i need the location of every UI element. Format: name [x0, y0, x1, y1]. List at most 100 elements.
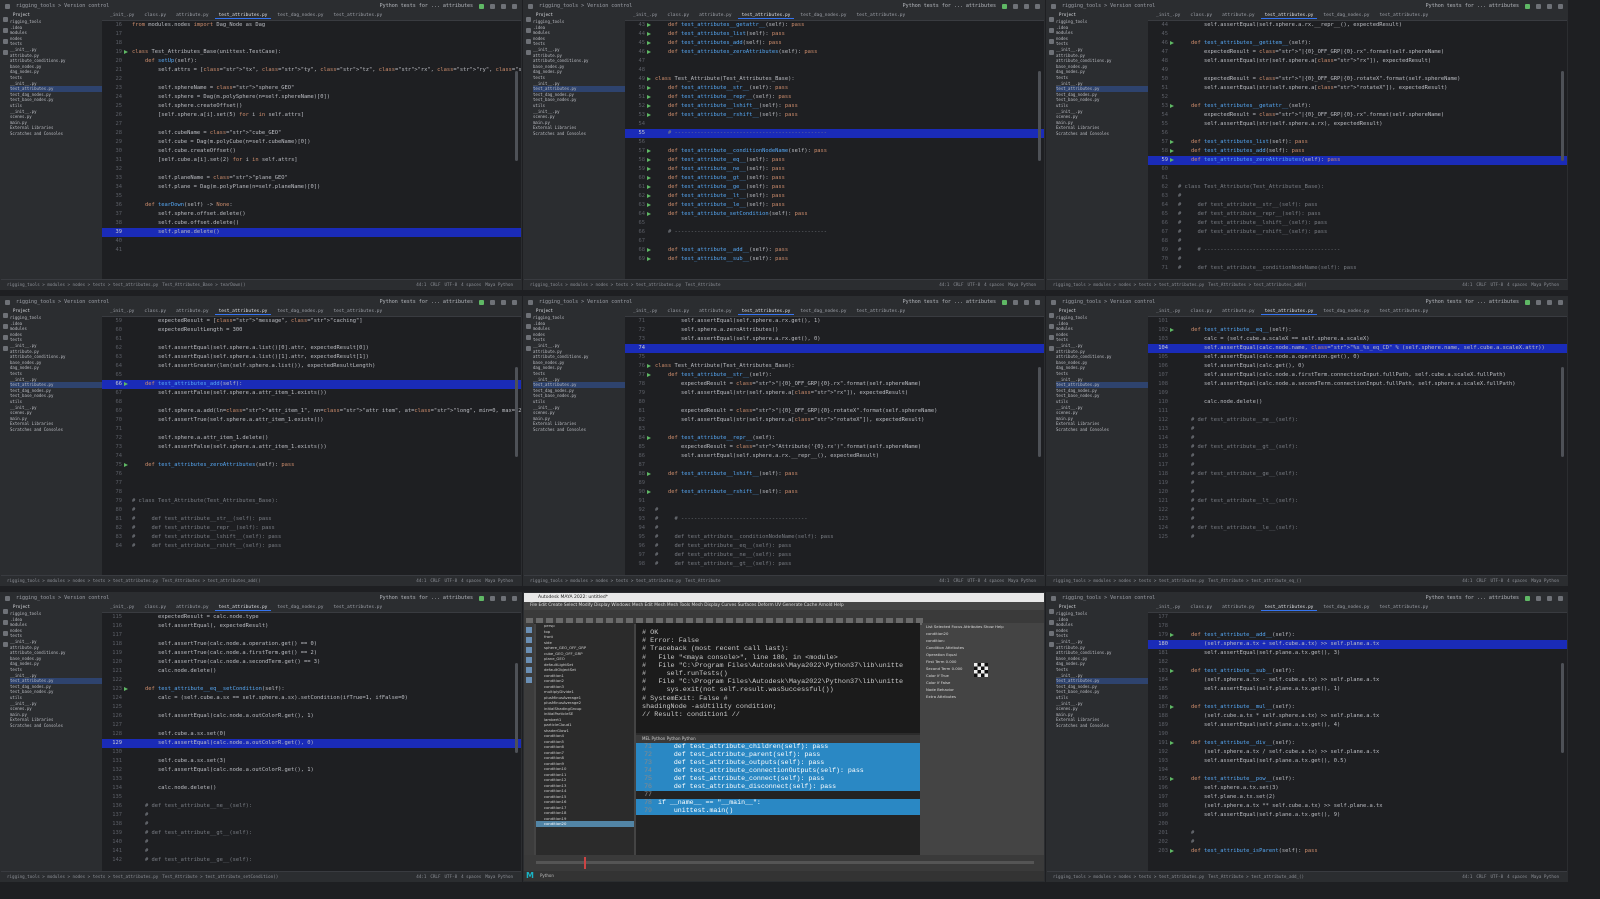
status-item[interactable]: CRLF: [1476, 874, 1486, 879]
vertical-scrollbar[interactable]: [1561, 71, 1564, 161]
editor-tab[interactable]: test_attributes.py: [329, 605, 386, 610]
code-line[interactable]: 92 #: [625, 506, 1044, 515]
close-icon[interactable]: [512, 3, 517, 9]
code-area[interactable]: 101 102 def test_attribute__eq__(self): 10…: [1148, 317, 1567, 575]
run-test-icon[interactable]: [1170, 705, 1174, 709]
code-line[interactable]: 135: [102, 793, 521, 802]
code-line[interactable]: 29 self.cube = Dag(m.polyCube(n=self.cub…: [102, 138, 521, 147]
status-item[interactable]: 44:1: [939, 578, 949, 583]
status-breadcrumb[interactable]: rigging_tools > modules > nodes > tests …: [7, 282, 158, 287]
run-test-icon[interactable]: [647, 472, 651, 476]
commit-icon[interactable]: [3, 28, 8, 33]
status-item[interactable]: 44:1: [416, 282, 426, 287]
code-line[interactable]: 193 self.assertEqual(self.plane.a.tx.get…: [1148, 757, 1567, 766]
code-line[interactable]: 67 # def test_attribute__rshift__(self): …: [1148, 228, 1567, 237]
code-line[interactable]: 111: [1148, 407, 1567, 416]
code-line[interactable]: 35: [102, 192, 521, 201]
run-icon[interactable]: [479, 3, 484, 9]
folder-icon[interactable]: [3, 313, 8, 318]
code-editor[interactable]: _init_.py class.py attribute.py test_attrib…: [1148, 603, 1567, 871]
code-line[interactable]: 182: [1148, 658, 1567, 667]
code-line[interactable]: 106 self.assertEqual(calc.get(), 0): [1148, 362, 1567, 371]
run-config-select[interactable]: Python tests for ... attributes: [903, 3, 996, 9]
code-line[interactable]: 56: [625, 138, 1044, 147]
editor-tab[interactable]: test_attributes.py: [1260, 605, 1318, 611]
code-line[interactable]: 57 def test_attributes_list(self): pass: [1148, 138, 1567, 147]
status-item[interactable]: 44:1: [1462, 874, 1472, 879]
code-line[interactable]: 71 self.assertEqual(self.sphere.a.rx.get…: [625, 317, 1044, 326]
status-item[interactable]: 4 spaces: [1507, 874, 1527, 879]
project-menu[interactable]: rigging_tools > Version control: [16, 299, 109, 305]
run-test-icon[interactable]: [124, 687, 128, 691]
vertical-scrollbar[interactable]: [515, 663, 518, 753]
code-breadcrumb[interactable]: Test_Attribute > test_attribute_eq_(): [1208, 578, 1301, 583]
editor-tab[interactable]: test_dag_nodes.py: [796, 309, 850, 314]
code-area[interactable]: 115 expectedResult = calc.node.type 116 s…: [102, 613, 521, 871]
code-breadcrumb[interactable]: Test_Attributes > test_attributes_add(): [162, 578, 260, 583]
code-line[interactable]: 120 self.assertTrue(calc.node.a.secondTe…: [102, 658, 521, 667]
more-icon[interactable]: [3, 642, 8, 647]
script-line[interactable]: 79 unittest.main(): [636, 807, 920, 815]
code-line[interactable]: 82 self.assertEqual(str(self.sphere.a[cl…: [625, 416, 1044, 425]
menu-icon[interactable]: [5, 299, 10, 305]
code-line[interactable]: 79 self.assertEqual(str(self.sphere.a[cl…: [625, 389, 1044, 398]
script-tabs[interactable]: MEL Python Python Python: [636, 735, 920, 743]
minimize-icon[interactable]: [1547, 299, 1552, 305]
code-editor[interactable]: _init_.py class.py attribute.py test_attrib…: [1148, 307, 1567, 575]
code-line[interactable]: 125: [102, 703, 521, 712]
code-line[interactable]: 91: [625, 497, 1044, 506]
code-line[interactable]: 34 self.plane = Dag(m.polyPlane(n=self.p…: [102, 183, 521, 192]
editor-tab[interactable]: class.py: [1186, 13, 1216, 18]
project-menu[interactable]: rigging_tools > Version control: [539, 3, 632, 9]
tree-node[interactable]: Scratches and Consoles: [1056, 723, 1148, 729]
code-line[interactable]: 116 self.assertEqual(, expectedResult): [102, 622, 521, 631]
editor-tab[interactable]: class.py: [140, 309, 170, 314]
script-input[interactable]: 71 def test_attribute_children(self): pa…: [636, 743, 920, 855]
code-line[interactable]: 187 def test_attribute__mul__(self):: [1148, 703, 1567, 712]
run-test-icon[interactable]: [647, 203, 651, 207]
status-item[interactable]: UTF-8: [444, 282, 457, 287]
status-item[interactable]: 4 spaces: [1507, 578, 1527, 583]
code-line[interactable]: 60 def test_attribute__gt__(self): pass: [625, 174, 1044, 183]
code-line[interactable]: 36 def tearDown(self) -> None:: [102, 201, 521, 210]
editor-tab[interactable]: test_attributes.py: [852, 13, 909, 18]
commit-icon[interactable]: [1049, 324, 1054, 329]
code-line[interactable]: 62 self.assertEqual(self.sphere.a.list()…: [102, 344, 521, 353]
run-test-icon[interactable]: [647, 113, 651, 117]
code-line[interactable]: 21 self.attrs = [class="str">"tx", class…: [102, 66, 522, 75]
run-test-icon[interactable]: [647, 364, 651, 368]
code-line[interactable]: 61: [1148, 174, 1567, 183]
code-line[interactable]: 84 def test_attribute__repr__(self):: [625, 434, 1044, 443]
minimize-icon[interactable]: [501, 299, 506, 305]
attribute-row[interactable]: Condition Attributes: [922, 644, 1044, 651]
code-line[interactable]: 70 #: [1148, 255, 1567, 264]
run-test-icon[interactable]: [647, 373, 651, 377]
editor-tab[interactable]: class.py: [663, 13, 693, 18]
run-test-icon[interactable]: [1170, 41, 1174, 45]
code-editor[interactable]: _init_.py class.py attribute.py test_attrib…: [625, 307, 1044, 575]
code-line[interactable]: 69 def test_attribute__sub__(self): pass: [625, 255, 1044, 264]
status-item[interactable]: Maya Python: [1008, 282, 1036, 287]
code-line[interactable]: 138 #: [102, 820, 521, 829]
more-icon[interactable]: [1049, 50, 1054, 55]
run-test-icon[interactable]: [647, 436, 651, 440]
run-test-icon[interactable]: [647, 257, 651, 261]
code-line[interactable]: 71 # def test_attribute__conditionNodeNam…: [1148, 264, 1567, 273]
editor-tab[interactable]: test_dag_nodes.py: [273, 309, 327, 314]
code-line[interactable]: 60: [1148, 165, 1567, 174]
code-line[interactable]: 117: [102, 631, 521, 640]
code-line[interactable]: 67 self.assertFalse(self.sphere.a.attr_i…: [102, 389, 521, 398]
status-item[interactable]: CRLF: [1476, 282, 1486, 287]
code-breadcrumb[interactable]: Test_Attribute: [685, 578, 720, 583]
code-line[interactable]: 66 def test_attributes_add(self):: [102, 380, 521, 389]
editor-tab[interactable]: test_attributes.py: [214, 309, 272, 315]
run-test-icon[interactable]: [647, 23, 651, 27]
code-line[interactable]: 90 def test_attribute__rshift__(self): p…: [625, 488, 1044, 497]
structure-icon[interactable]: [3, 335, 8, 340]
code-line[interactable]: 60 expectedResultLength = 300: [102, 326, 521, 335]
status-item[interactable]: UTF-8: [1490, 874, 1503, 879]
code-line[interactable]: 125 #: [1148, 533, 1567, 542]
run-test-icon[interactable]: [647, 490, 651, 494]
editor-tab[interactable]: _init_.py: [629, 13, 661, 18]
code-breadcrumb[interactable]: Test_Attribute > test_attribute_add_(): [1208, 874, 1304, 879]
